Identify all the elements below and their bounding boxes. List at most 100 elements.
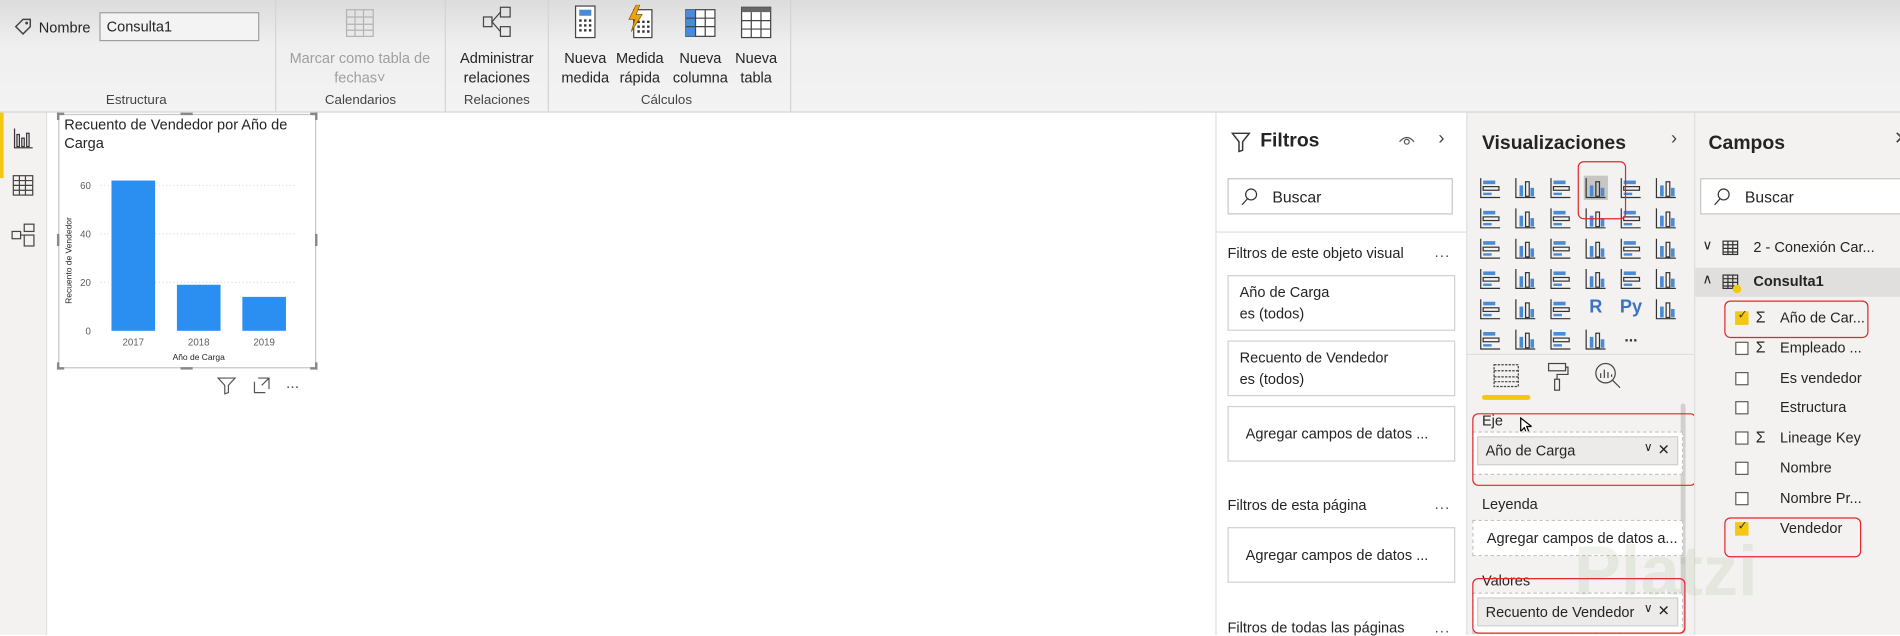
eye-icon[interactable] [1398,133,1415,148]
name-input[interactable]: Consulta1 [99,12,260,42]
stacked-bar-icon[interactable] [1478,176,1502,200]
resize-handle[interactable] [56,362,60,370]
matrix-icon[interactable] [1549,297,1573,321]
100-column-icon[interactable] [1654,176,1678,200]
line-icon[interactable] [1478,206,1502,230]
divider [547,0,549,112]
collapse-chevron-icon[interactable]: › [1671,128,1677,149]
resize-handle[interactable] [180,367,193,370]
checkbox[interactable] [1735,461,1749,475]
qa-icon[interactable] [1513,327,1537,351]
more-options-icon[interactable]: ... [1435,619,1451,636]
resize-handle[interactable] [315,362,318,370]
field-item[interactable]: Σ Empleado ... [1695,334,1900,363]
mark-date-label: Marcar como tabla de [289,49,431,67]
data-view-icon[interactable] [10,172,37,199]
table-icon[interactable] [1513,297,1537,321]
field-item[interactable]: Es vendedor [1695,364,1900,393]
search-icon [1714,188,1730,206]
filter-icon[interactable] [216,376,237,395]
model-view-icon[interactable] [10,222,37,249]
fields-tab-icon[interactable] [1492,362,1521,389]
chevron-up-icon[interactable]: ∧ [1702,271,1712,288]
table-node-conexion[interactable]: ∨ 2 - Conexión Car... [1695,234,1900,263]
kpi-icon[interactable] [1654,267,1678,291]
more-options-icon[interactable]: ... [1435,496,1451,513]
slicer-icon[interactable] [1478,297,1502,321]
waterfall-icon[interactable] [1478,236,1502,260]
power-apps-icon[interactable] [1584,327,1608,351]
close-icon[interactable]: ✕ [1894,127,1900,149]
search-placeholder: Buscar [1744,187,1794,206]
filled-map-icon[interactable] [1513,267,1537,291]
resize-handle[interactable] [56,233,60,246]
sigma-icon: Σ [1755,427,1766,447]
treemap-icon[interactable] [1654,236,1678,260]
r-visual-icon[interactable]: R [1584,297,1608,321]
focus-mode-icon[interactable] [252,376,271,395]
highlight-box [1577,161,1627,220]
bar-2019[interactable] [242,296,286,331]
multirow-card-icon[interactable] [1619,267,1643,291]
scatter-icon[interactable] [1549,236,1573,260]
more-options-icon[interactable]: ... [1435,244,1451,261]
python-visual-icon[interactable]: Py [1619,297,1643,321]
field-item[interactable]: Estructura [1695,394,1900,423]
more-icon[interactable]: ... [1619,327,1643,351]
resize-handle[interactable] [180,112,193,116]
checkbox[interactable] [1735,341,1749,355]
checkbox[interactable] [1735,431,1749,445]
checkbox[interactable] [1735,491,1749,506]
resize-handle[interactable] [56,112,60,120]
filter-card-recuento[interactable]: Recuento de Vendedor es (todos) [1227,340,1456,397]
more-options-icon[interactable]: ... [286,373,299,391]
field-name: Empleado ... [1780,339,1862,357]
decomposition-tree-icon[interactable] [1478,327,1502,351]
bar-2018[interactable] [176,284,221,331]
map-icon[interactable] [1478,267,1502,291]
field-item[interactable]: Nombre Pr... [1695,484,1900,513]
new-column-button[interactable]: Nueva columna [670,5,731,87]
filters-search-input[interactable]: Buscar [1227,178,1453,215]
checkbox[interactable] [1735,371,1749,385]
bar-2017[interactable] [111,180,156,331]
resize-handle[interactable] [315,233,318,246]
donut-icon[interactable] [1619,236,1643,260]
gauge-icon[interactable] [1549,267,1573,291]
analytics-magnifier-icon[interactable] [1593,361,1622,390]
card-icon[interactable] [1584,267,1608,291]
legend-well-label: Leyenda [1481,495,1538,513]
ribbon-icon[interactable] [1654,206,1678,230]
page-filter-drop-zone[interactable]: Agregar campos de datos ... [1227,527,1456,583]
format-paint-roller-icon[interactable] [1545,361,1569,393]
arcgis-icon[interactable] [1549,327,1573,351]
field-item[interactable]: Nombre [1695,454,1900,483]
column-chart-visual[interactable]: Recuento de Vendedor por Año de Carga 02… [56,112,318,370]
pie-icon[interactable] [1584,236,1608,260]
resize-handle[interactable] [315,112,318,120]
divider [444,0,446,112]
area-icon[interactable] [1513,206,1537,230]
stacked-column-icon[interactable] [1513,176,1537,200]
clustered-bar-icon[interactable] [1549,176,1573,200]
fields-search-input[interactable]: Buscar [1700,178,1900,215]
mark-date-table-button[interactable]: Marcar como tabla de fechas˅ [282,5,437,87]
visual-filter-drop-zone[interactable]: Agregar campos de datos ... [1227,405,1456,462]
filter-field: Recuento de Vendedor [1239,348,1389,366]
funnel-icon[interactable] [1513,236,1537,260]
checkbox[interactable] [1735,401,1749,415]
filter-card-ano[interactable]: Año de Carga es (todos) [1227,275,1456,331]
field-name: Estructura [1780,399,1847,417]
stacked-area-icon[interactable] [1549,206,1573,230]
manage-relationships-button[interactable]: Administrar relaciones [453,5,540,87]
active-tab-indicator [1481,395,1531,400]
key-influencers-icon[interactable] [1654,297,1678,321]
quick-measure-button[interactable]: Medida rápida [613,4,666,87]
new-table-button[interactable]: Nueva tabla [731,5,782,87]
new-measure-button[interactable]: Nueva medida [559,5,612,87]
collapse-chevron-icon[interactable]: › [1438,128,1444,149]
chevron-down-icon[interactable]: ∨ [1702,237,1712,254]
field-item[interactable]: Σ Lineage Key [1695,424,1900,453]
report-view-icon[interactable] [10,125,37,152]
table-node-consulta1[interactable]: ∧ Consulta1 [1695,267,1900,297]
